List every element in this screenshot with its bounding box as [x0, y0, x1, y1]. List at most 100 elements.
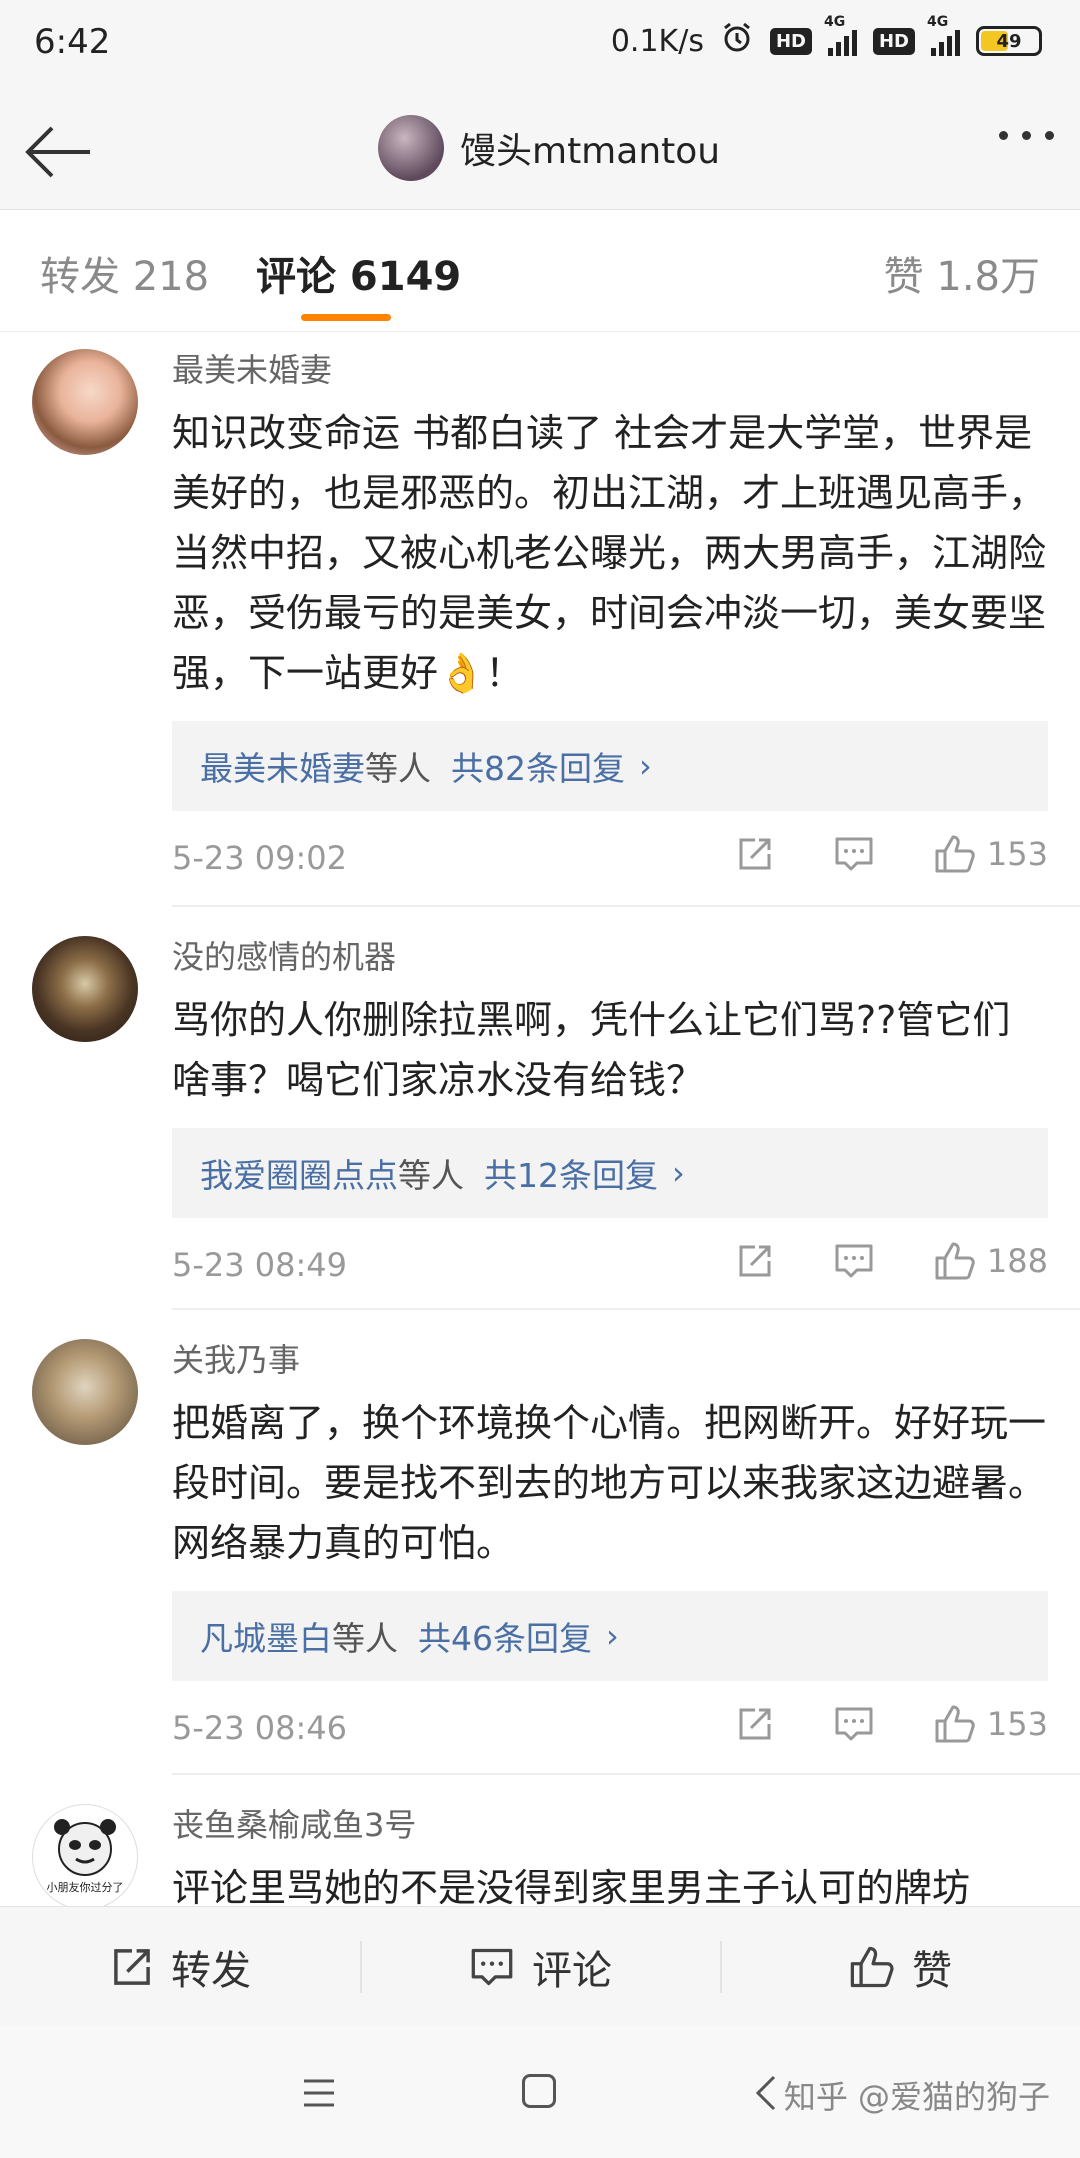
- reply-count[interactable]: 共82条回复: [451, 742, 625, 790]
- tab-comment[interactable]: 评论 6149: [256, 244, 461, 302]
- repost-button[interactable]: 转发: [0, 1907, 360, 2026]
- more-button[interactable]: [999, 131, 1054, 140]
- divider: [172, 1308, 1080, 1310]
- comment-icon: [835, 1707, 873, 1741]
- avatar[interactable]: [32, 349, 138, 455]
- active-tab-indicator: [301, 314, 391, 321]
- share-icon: [739, 838, 771, 870]
- reply-user[interactable]: 我爱圈圈点点: [200, 1149, 398, 1197]
- comment-time: 5-23 08:46: [172, 1709, 348, 1747]
- nav-back-button[interactable]: [754, 2074, 778, 2116]
- reply-etc: 等人: [332, 1619, 398, 1658]
- hd-badge: HD: [872, 27, 915, 55]
- like-count: 153: [986, 1705, 1048, 1743]
- arrow-left-icon: [25, 126, 90, 178]
- menu-icon: [304, 2079, 334, 2107]
- reply-button[interactable]: [833, 1704, 875, 1744]
- tab-repost[interactable]: 转发 218: [40, 244, 209, 302]
- avatar[interactable]: [378, 115, 444, 181]
- avatar[interactable]: [32, 1339, 138, 1445]
- comment-time: 5-23 08:49: [172, 1246, 348, 1284]
- more-dots-icon: [999, 131, 1008, 140]
- watermark: 知乎 @爱猫的狗子: [783, 2078, 1050, 2116]
- chevron-right-icon: ›: [606, 1617, 619, 1655]
- comment-text: 评论里骂她的不是没得到家里男主子认可的牌坊: [172, 1866, 971, 1906]
- thumbs-up-icon: [935, 1242, 975, 1280]
- share-icon: [739, 1245, 771, 1277]
- share-button[interactable]: [735, 834, 775, 874]
- comment-button[interactable]: 评论: [360, 1907, 720, 2026]
- tab-like[interactable]: 赞 1.8万: [884, 244, 1040, 302]
- comment-author[interactable]: 没的感情的机器: [172, 932, 1048, 978]
- reply-button[interactable]: [833, 1241, 875, 1281]
- like-button[interactable]: 153: [933, 833, 1048, 875]
- signal-label: 4G: [927, 14, 949, 30]
- like-count: 153: [986, 835, 1048, 873]
- network-speed: 0.1K/s: [610, 23, 704, 59]
- comment-label: 评论: [532, 1947, 612, 1994]
- hd-badge: HD: [769, 27, 812, 55]
- reply-count[interactable]: 共12条回复: [484, 1149, 658, 1197]
- header-username[interactable]: 馒头mtmantou: [460, 122, 720, 174]
- thumbs-up-icon: [935, 835, 975, 873]
- like-button[interactable]: 188: [933, 1240, 1048, 1282]
- avatar-caption: 小朋友你过分了: [46, 1881, 124, 1894]
- chevron-right-icon: ›: [639, 747, 652, 785]
- system-nav-bar: 知乎 @爱猫的狗子: [0, 2026, 1080, 2158]
- home-button[interactable]: [522, 2074, 556, 2108]
- avatar[interactable]: 小朋友你过分了: [32, 1804, 138, 1906]
- comment-text: 骂你的人你删除拉黑啊，凭什么让它们骂??管它们啥事？喝它们家凉水没有给钱？: [172, 998, 1011, 1102]
- like-count: 188: [986, 1242, 1048, 1280]
- divider: [172, 1773, 1080, 1775]
- bottom-action-bar: 转发 评论 赞: [0, 1906, 1080, 2026]
- tab-bar: 转发 218 评论 6149 赞 1.8万: [0, 210, 1080, 332]
- back-button[interactable]: [24, 119, 94, 185]
- chevron-left-icon: [755, 2075, 776, 2111]
- comment-icon: [835, 837, 873, 871]
- reply-count[interactable]: 共46条回复: [418, 1612, 592, 1660]
- comment-icon: [471, 1948, 513, 1985]
- like-label: 赞: [912, 1947, 952, 1994]
- alarm-icon: [720, 20, 754, 62]
- reply-etc: 等人: [398, 1156, 464, 1195]
- battery-level: 49: [996, 30, 1022, 52]
- thumbs-up-icon: [935, 1705, 975, 1743]
- replies-summary[interactable]: 我爱圈圈点点 等人 共12条回复 ›: [172, 1128, 1048, 1218]
- signal-icon: 4G: [927, 14, 960, 56]
- comment-author[interactable]: 丧鱼桑榆咸鱼3号: [172, 1800, 1048, 1846]
- signal-icon: 4G: [824, 14, 857, 56]
- repost-label: 转发: [171, 1947, 251, 1994]
- comment-icon: [835, 1244, 873, 1278]
- status-bar: 6:42 0.1K/s HD 4G HD 4G 49: [0, 0, 1080, 95]
- comment-item: 小朋友你过分了 丧鱼桑榆咸鱼3号 评论里骂她的不是没得到家里男主子认可的牌坊: [0, 1800, 1080, 1906]
- header-user[interactable]: 馒头mtmantou: [378, 115, 720, 181]
- signal-label: 4G: [823, 14, 846, 30]
- share-icon: [114, 1948, 150, 1985]
- battery-icon: 49: [976, 26, 1042, 56]
- thumbs-up-icon: [850, 1946, 894, 1987]
- comment-text: 把婚离了，换个环境换个心情。把网断开。好好玩一段时间。要是找不到去的地方可以来我…: [172, 1401, 1047, 1565]
- comment-author[interactable]: 最美未婚妻: [172, 345, 1048, 391]
- share-icon: [739, 1708, 771, 1740]
- comment-author[interactable]: 关我乃事: [172, 1335, 1048, 1381]
- chevron-right-icon: ›: [672, 1154, 685, 1192]
- share-button[interactable]: [735, 1241, 775, 1281]
- replies-summary[interactable]: 凡城墨白 等人 共46条回复 ›: [172, 1591, 1048, 1681]
- reply-user[interactable]: 最美未婚妻: [200, 742, 365, 790]
- recent-apps-button[interactable]: [302, 2078, 336, 2112]
- reply-button[interactable]: [833, 834, 875, 874]
- status-icons: 0.1K/s HD 4G HD 4G 49: [610, 14, 1042, 62]
- avatar[interactable]: [32, 936, 138, 1042]
- reply-etc: 等人: [365, 749, 431, 788]
- panda-face-icon: [54, 1819, 116, 1876]
- divider: [172, 905, 1080, 907]
- like-button[interactable]: 赞: [720, 1907, 1080, 2026]
- status-time: 6:42: [34, 22, 111, 62]
- share-button[interactable]: [735, 1704, 775, 1744]
- like-button[interactable]: 153: [933, 1703, 1048, 1745]
- comment-time: 5-23 09:02: [172, 839, 348, 877]
- replies-summary[interactable]: 最美未婚妻 等人 共82条回复 ›: [172, 721, 1048, 811]
- page-header: 馒头mtmantou: [0, 95, 1080, 210]
- comment-text: 知识改变命运 书都白读了 社会才是大学堂，世界是美好的，也是邪恶的。初出江湖，才…: [172, 411, 1047, 695]
- reply-user[interactable]: 凡城墨白: [200, 1612, 332, 1660]
